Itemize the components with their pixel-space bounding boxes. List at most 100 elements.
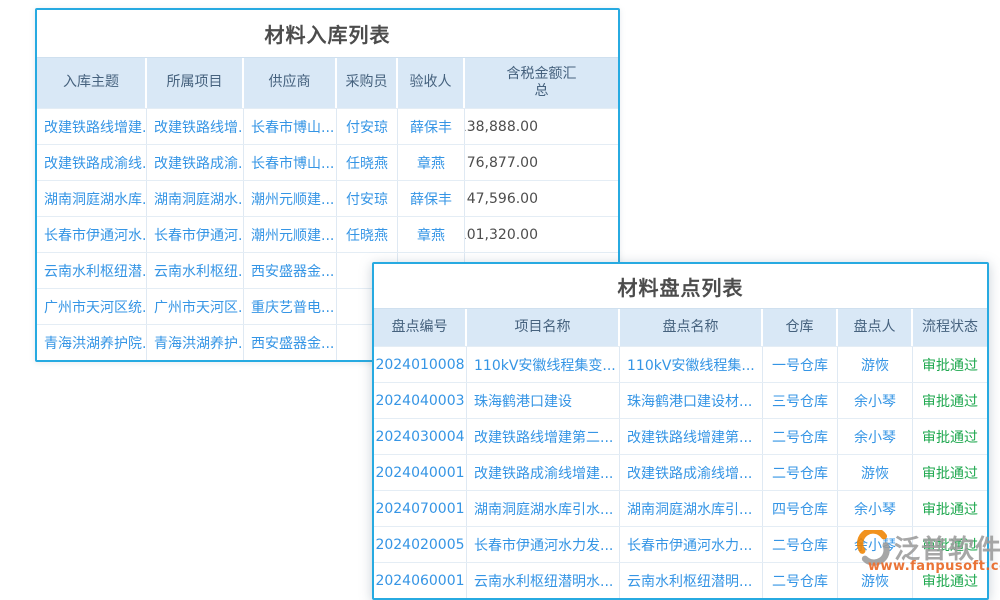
cell-stocktaker[interactable]: 游恢	[838, 563, 913, 598]
cell-project-name[interactable]: 湖南洞庭湖水库引水...	[467, 491, 620, 526]
cell-inspector[interactable]: 薛保丰	[398, 181, 465, 216]
cell-supplier[interactable]: 重庆艺普电...	[244, 289, 337, 324]
material-inbound-list-title: 材料入库列表	[37, 10, 618, 57]
cell-flow-status[interactable]: 审批通过	[913, 491, 987, 526]
material-stocktake-list-title: 材料盘点列表	[374, 264, 987, 308]
cell-project-name[interactable]: 珠海鹤港口建设	[467, 383, 620, 418]
cell-supplier[interactable]: 潮州元顺建...	[244, 181, 337, 216]
cell-project[interactable]: 青海洪湖养护...	[147, 325, 244, 360]
cell-purchaser[interactable]: 任晓燕	[337, 217, 398, 252]
cell-stocktake-no[interactable]: 2024020005	[374, 527, 467, 562]
cell-stocktake-name[interactable]: 110kV安徽线程集...	[620, 347, 763, 382]
table-row[interactable]: 2024030004改建铁路线增建第二...改建铁路线增建第...二号仓库余小琴…	[374, 418, 987, 454]
cell-subject[interactable]: 改建铁路成渝线...	[37, 145, 147, 180]
material-inbound-header-row: 入库主题所属项目供应商采购员验收人含税金额汇总	[37, 57, 618, 108]
cell-stocktake-no[interactable]: 2024030004	[374, 419, 467, 454]
cell-supplier[interactable]: 潮州元顺建...	[244, 217, 337, 252]
cell-warehouse[interactable]: 二号仓库	[763, 419, 838, 454]
cell-stocktake-name[interactable]: 珠海鹤港口建设材...	[620, 383, 763, 418]
table-row[interactable]: 改建铁路成渝线...改建铁路成渝...长春市博山...任晓燕章燕76,877.0…	[37, 144, 618, 180]
table-row[interactable]: 2024060001云南水利枢纽潜明水...云南水利枢纽潜明...二号仓库游恢审…	[374, 562, 987, 598]
cell-stocktake-name[interactable]: 湖南洞庭湖水库引...	[620, 491, 763, 526]
cell-warehouse[interactable]: 二号仓库	[763, 527, 838, 562]
cell-stocktaker[interactable]: 余小琴	[838, 419, 913, 454]
cell-project-name[interactable]: 长春市伊通河水力发...	[467, 527, 620, 562]
cell-subject[interactable]: 改建铁路线增建...	[37, 109, 147, 144]
table-row[interactable]: 2024040003珠海鹤港口建设珠海鹤港口建设材...三号仓库余小琴审批通过	[374, 382, 987, 418]
cell-stocktake-name[interactable]: 长春市伊通河水力...	[620, 527, 763, 562]
cell-project[interactable]: 湖南洞庭湖水...	[147, 181, 244, 216]
cell-warehouse[interactable]: 二号仓库	[763, 563, 838, 598]
cell-supplier[interactable]: 西安盛器金...	[244, 253, 337, 288]
column-header-supplier: 供应商	[244, 58, 337, 108]
cell-inspector[interactable]: 薛保丰	[398, 109, 465, 144]
cell-supplier[interactable]: 西安盛器金...	[244, 325, 337, 360]
cell-project[interactable]: 改建铁路成渝...	[147, 145, 244, 180]
cell-warehouse[interactable]: 四号仓库	[763, 491, 838, 526]
cell-stocktaker[interactable]: 余小琴	[838, 491, 913, 526]
cell-project-name[interactable]: 改建铁路线增建第二...	[467, 419, 620, 454]
cell-project[interactable]: 广州市天河区...	[147, 289, 244, 324]
cell-amount-total: 47,596.00	[465, 181, 618, 216]
table-row[interactable]: 湖南洞庭湖水库...湖南洞庭湖水...潮州元顺建...付安琼薛保丰47,596.…	[37, 180, 618, 216]
material-stocktake-header-row: 盘点编号项目名称盘点名称仓库盘点人流程状态	[374, 308, 987, 346]
cell-stocktake-name[interactable]: 改建铁路线增建第...	[620, 419, 763, 454]
cell-inspector[interactable]: 章燕	[398, 217, 465, 252]
cell-project[interactable]: 云南水利枢纽...	[147, 253, 244, 288]
cell-warehouse[interactable]: 一号仓库	[763, 347, 838, 382]
column-header-project: 所属项目	[147, 58, 244, 108]
cell-flow-status[interactable]: 审批通过	[913, 527, 987, 562]
column-header-purchaser: 采购员	[337, 58, 398, 108]
cell-purchaser[interactable]: 付安琼	[337, 181, 398, 216]
table-row[interactable]: 改建铁路线增建...改建铁路线增...长春市博山...付安琼薛保丰138,888…	[37, 108, 618, 144]
table-row[interactable]: 长春市伊通河水...长春市伊通河...潮州元顺建...任晓燕章燕101,320.…	[37, 216, 618, 252]
cell-supplier[interactable]: 长春市博山...	[244, 109, 337, 144]
table-row[interactable]: 2024020005长春市伊通河水力发...长春市伊通河水力...二号仓库余小琴…	[374, 526, 987, 562]
cell-stocktake-no[interactable]: 2024060001	[374, 563, 467, 598]
cell-flow-status[interactable]: 审批通过	[913, 563, 987, 598]
cell-amount-total: 76,877.00	[465, 145, 618, 180]
column-header-stocktaker: 盘点人	[838, 309, 913, 346]
cell-flow-status[interactable]: 审批通过	[913, 347, 987, 382]
cell-stocktake-no[interactable]: 2024010008	[374, 347, 467, 382]
cell-stocktaker[interactable]: 游恢	[838, 455, 913, 490]
column-header-stocktake-no: 盘点编号	[374, 309, 467, 346]
cell-subject[interactable]: 广州市天河区统...	[37, 289, 147, 324]
cell-stocktaker[interactable]: 游恢	[838, 347, 913, 382]
cell-warehouse[interactable]: 二号仓库	[763, 455, 838, 490]
cell-purchaser[interactable]: 任晓燕	[337, 145, 398, 180]
cell-subject[interactable]: 云南水利枢纽潜...	[37, 253, 147, 288]
column-header-stocktake-name: 盘点名称	[620, 309, 763, 346]
cell-subject[interactable]: 长春市伊通河水...	[37, 217, 147, 252]
cell-flow-status[interactable]: 审批通过	[913, 383, 987, 418]
table-row[interactable]: 2024070001湖南洞庭湖水库引水...湖南洞庭湖水库引...四号仓库余小琴…	[374, 490, 987, 526]
cell-subject[interactable]: 湖南洞庭湖水库...	[37, 181, 147, 216]
cell-supplier[interactable]: 长春市博山...	[244, 145, 337, 180]
column-header-project-name: 项目名称	[467, 309, 620, 346]
cell-inspector[interactable]: 章燕	[398, 145, 465, 180]
cell-stocktake-no[interactable]: 2024070001	[374, 491, 467, 526]
cell-project[interactable]: 长春市伊通河...	[147, 217, 244, 252]
cell-stocktake-no[interactable]: 2024040003	[374, 383, 467, 418]
cell-project[interactable]: 改建铁路线增...	[147, 109, 244, 144]
column-header-inspector: 验收人	[398, 58, 465, 108]
cell-project-name[interactable]: 110kV安徽线程集变...	[467, 347, 620, 382]
cell-stocktake-name[interactable]: 改建铁路成渝线增...	[620, 455, 763, 490]
cell-flow-status[interactable]: 审批通过	[913, 419, 987, 454]
cell-project-name[interactable]: 云南水利枢纽潜明水...	[467, 563, 620, 598]
cell-project-name[interactable]: 改建铁路成渝线增建...	[467, 455, 620, 490]
cell-warehouse[interactable]: 三号仓库	[763, 383, 838, 418]
table-row[interactable]: 2024010008110kV安徽线程集变...110kV安徽线程集...一号仓…	[374, 346, 987, 382]
cell-amount-total: 138,888.00	[465, 109, 618, 144]
cell-stocktaker[interactable]: 余小琴	[838, 527, 913, 562]
cell-flow-status[interactable]: 审批通过	[913, 455, 987, 490]
cell-subject[interactable]: 青海洪湖养护院...	[37, 325, 147, 360]
cell-amount-total: 101,320.00	[465, 217, 618, 252]
column-header-amount-total: 含税金额汇总	[465, 58, 618, 108]
cell-stocktaker[interactable]: 余小琴	[838, 383, 913, 418]
cell-purchaser[interactable]: 付安琼	[337, 109, 398, 144]
cell-stocktake-name[interactable]: 云南水利枢纽潜明...	[620, 563, 763, 598]
column-header-warehouse: 仓库	[763, 309, 838, 346]
cell-stocktake-no[interactable]: 2024040001	[374, 455, 467, 490]
table-row[interactable]: 2024040001改建铁路成渝线增建...改建铁路成渝线增...二号仓库游恢审…	[374, 454, 987, 490]
